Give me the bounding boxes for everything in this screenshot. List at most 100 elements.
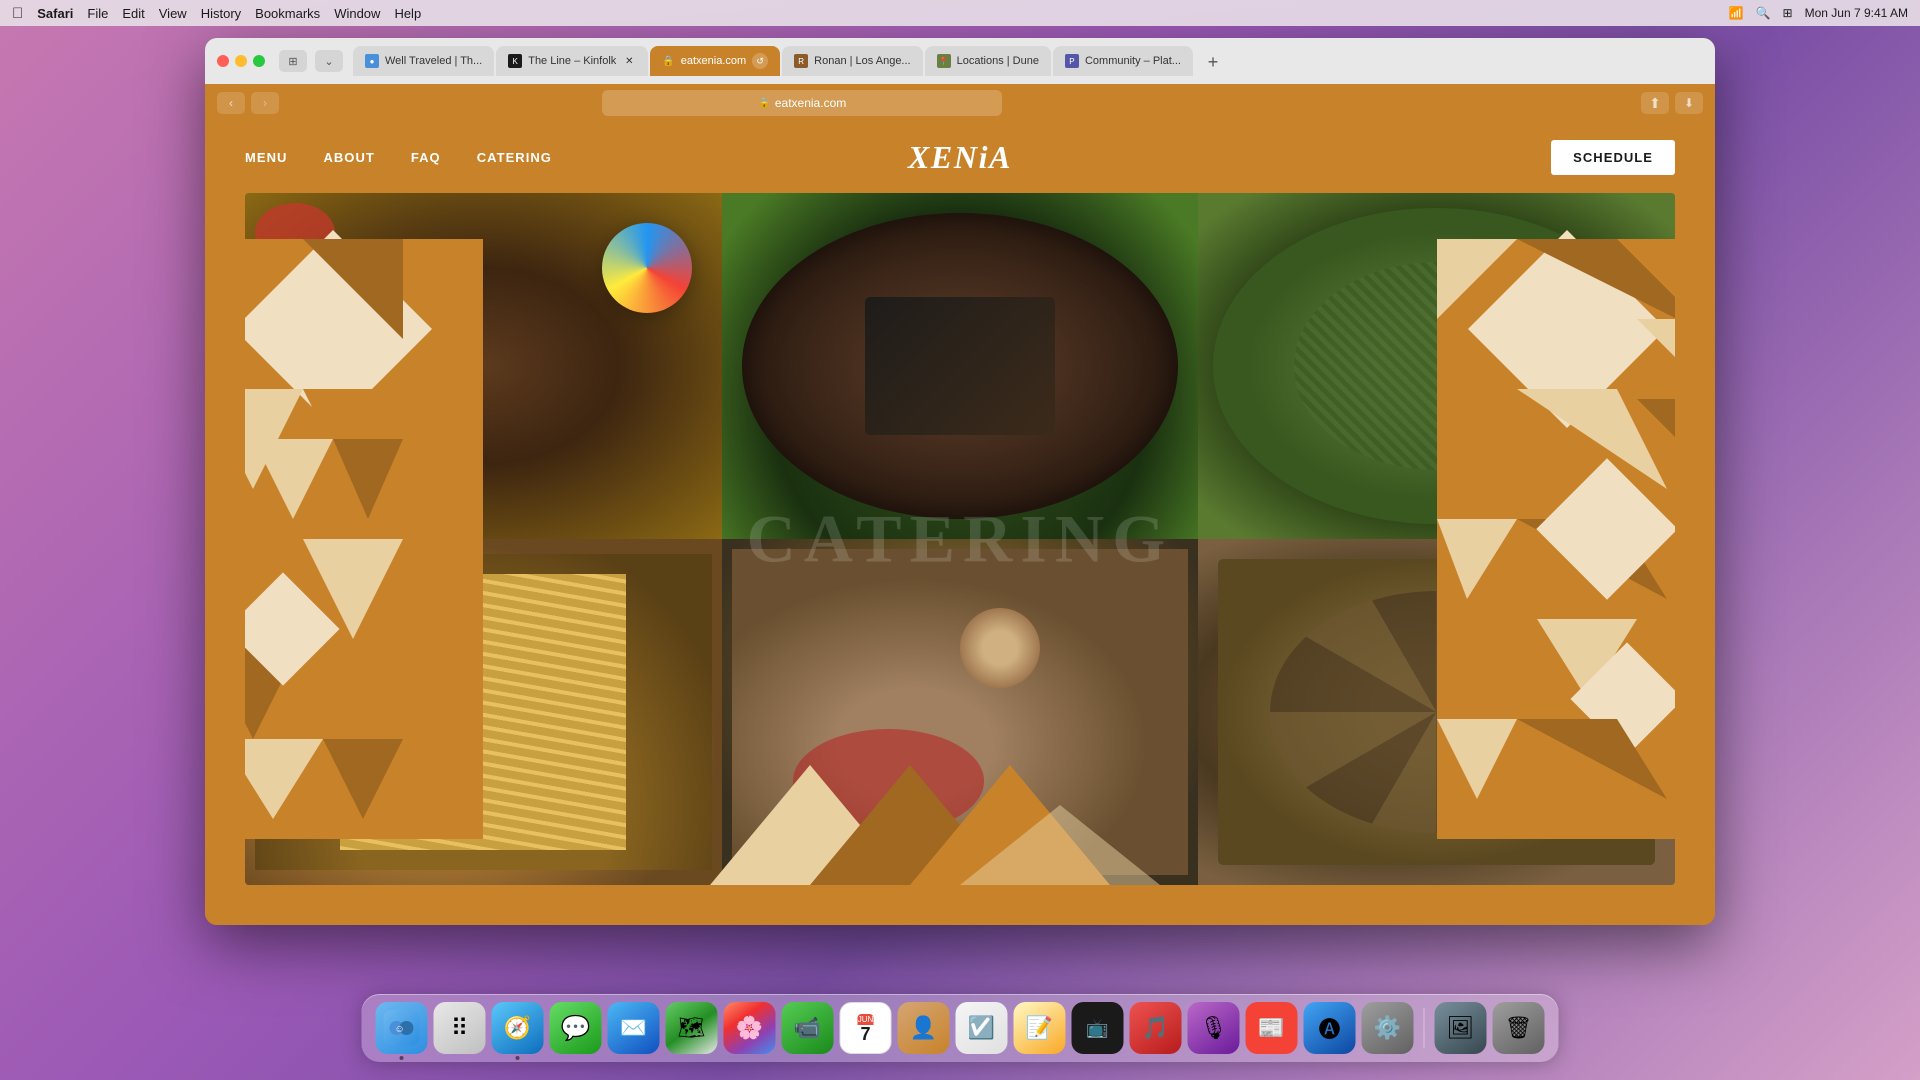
photos-icon-glyph: 🌸 — [736, 1015, 763, 1041]
view-menu[interactable]: View — [159, 6, 187, 21]
dock-appstore[interactable]: 🅐 — [1304, 1002, 1356, 1054]
food-cell-4 — [245, 539, 722, 885]
dock-finder[interactable]: ☺ — [376, 1002, 428, 1054]
logo-text: XENiA — [908, 139, 1012, 175]
tab-title-3: eatxenia.com — [681, 55, 746, 67]
dock-appletv[interactable]: 📺 — [1072, 1002, 1124, 1054]
dock-facetime[interactable]: 📹 — [782, 1002, 834, 1054]
dock-systemprefs[interactable]: ⚙️ — [1362, 1002, 1414, 1054]
appletv-icon-glyph: 📺 — [1086, 1018, 1108, 1039]
red-cup — [793, 729, 984, 833]
file-menu[interactable]: File — [87, 6, 108, 21]
dock-mail[interactable]: ✉️ — [608, 1002, 660, 1054]
site-logo: XENiA — [908, 139, 1012, 176]
hero-section: CateRinG — [245, 193, 1675, 885]
bookmarks-menu[interactable]: Bookmarks — [255, 6, 320, 21]
address-field[interactable]: 🔒 eatxenia.com — [602, 90, 1002, 116]
notes-icon-glyph: 📝 — [1026, 1015, 1053, 1041]
app-name[interactable]: Safari — [37, 6, 73, 21]
dock-notes[interactable]: 📝 — [1014, 1002, 1066, 1054]
safari-chrome-top: ⊞ ⌄ ● Well Traveled | Th... K The Line –… — [217, 46, 1703, 76]
trash-icon-glyph: 🗑 — [1505, 1015, 1533, 1041]
tab-title-2: The Line – Kinfolk — [528, 55, 616, 67]
reminders-icon-glyph: ☑️ — [968, 1015, 995, 1041]
launchpad-icon-glyph: ⠿ — [451, 1014, 469, 1043]
minimize-button[interactable] — [235, 55, 247, 67]
dock-safari[interactable]: 🧭 — [492, 1002, 544, 1054]
fullscreen-button[interactable] — [253, 55, 265, 67]
share-button[interactable]: ⬆ — [1641, 92, 1669, 114]
apple-menu[interactable]:  — [12, 5, 23, 22]
dock-maps[interactable]: 🗺 — [666, 1002, 718, 1054]
tab-well-traveled[interactable]: ● Well Traveled | Th... — [353, 46, 494, 76]
dock-messages[interactable]: 💬 — [550, 1002, 602, 1054]
calendar-month: JUN — [858, 1014, 874, 1025]
tab-community[interactable]: P Community – Plat... — [1053, 46, 1193, 76]
download-button[interactable]: ⬇ — [1675, 92, 1703, 114]
maps-icon-glyph: 🗺 — [678, 1015, 706, 1041]
tab-ronan[interactable]: R Ronan | Los Ange... — [782, 46, 922, 76]
forward-button[interactable]: › — [251, 92, 279, 114]
dock-contacts[interactable]: 👤 — [898, 1002, 950, 1054]
control-center-icon[interactable]: ⊞ — [1783, 6, 1793, 20]
nav-about[interactable]: ABOUT — [323, 150, 374, 165]
nav-links: MENU ABOUT FAQ CATERING — [245, 150, 552, 165]
new-tab-button[interactable]: + — [1199, 48, 1227, 76]
grilled-item — [865, 297, 1056, 435]
tab-dune[interactable]: 📍 Locations | Dune — [925, 46, 1051, 76]
dock-divider — [1424, 1008, 1425, 1048]
history-menu[interactable]: History — [201, 6, 241, 21]
tab-eatxenia[interactable]: 🔒 eatxenia.com ↺ — [650, 46, 780, 76]
side-texture — [1270, 591, 1604, 833]
dock-news[interactable]: 📰 — [1246, 1002, 1298, 1054]
dock-podcasts[interactable]: 🎙 — [1188, 1002, 1240, 1054]
clock: Mon Jun 7 9:41 AM — [1805, 6, 1908, 20]
site-content: MENU ABOUT FAQ CATERING XENiA SCHEDULE — [205, 122, 1715, 925]
dock-calendar[interactable]: JUN 7 — [840, 1002, 892, 1054]
nav-menu[interactable]: MENU — [245, 150, 287, 165]
dock: ☺ ⠿ 🧭 💬 ✉️ 🗺 🌸 📹 JUN 7 👤 — [362, 994, 1559, 1062]
sidebar-toggle[interactable]: ⊞ — [279, 50, 307, 72]
contacts-icon-glyph: 👤 — [910, 1015, 937, 1041]
fries — [340, 574, 626, 851]
edit-menu[interactable]: Edit — [122, 6, 144, 21]
sauce-cup — [960, 608, 1040, 688]
catering-large-text: CateRinG — [747, 500, 1174, 579]
schedule-button[interactable]: SCHEDULE — [1551, 140, 1675, 175]
tab-reload-btn[interactable]: ↺ — [752, 53, 768, 69]
dock-reminders[interactable]: ☑️ — [956, 1002, 1008, 1054]
messages-icon-glyph: 💬 — [561, 1014, 591, 1043]
tab-title-5: Locations | Dune — [957, 55, 1039, 67]
wifi-icon[interactable]: 📶 — [1729, 6, 1744, 20]
help-menu[interactable]: Help — [394, 6, 421, 21]
address-lock-icon: 🔒 — [758, 98, 770, 109]
search-icon[interactable]: 🔍 — [1756, 6, 1771, 20]
news-icon-glyph: 📰 — [1258, 1015, 1285, 1041]
safari-chrome: ⊞ ⌄ ● Well Traveled | Th... K The Line –… — [205, 38, 1715, 84]
facetime-icon-glyph: 📹 — [794, 1015, 821, 1041]
food-cell-6 — [1198, 539, 1675, 885]
back-button[interactable]: ‹ — [217, 92, 245, 114]
calendar-date: 7 — [860, 1025, 870, 1043]
window-menu[interactable]: Window — [334, 6, 380, 21]
dock-music[interactable]: 🎵 — [1130, 1002, 1182, 1054]
tab-lock-icon: 🔒 — [662, 56, 674, 67]
dock-preview[interactable]: 🖼 — [1435, 1002, 1487, 1054]
dock-photos[interactable]: 🌸 — [724, 1002, 776, 1054]
close-button[interactable] — [217, 55, 229, 67]
tab-kinfolk[interactable]: K The Line – Kinfolk ✕ — [496, 46, 648, 76]
catering-overlay: CateRinG — [747, 500, 1174, 579]
dock-launchpad[interactable]: ⠿ — [434, 1002, 486, 1054]
dock-trash[interactable]: 🗑 — [1493, 1002, 1545, 1054]
nav-catering[interactable]: CATERING — [477, 150, 552, 165]
macos-menubar:  Safari File Edit View History Bookmark… — [0, 0, 1920, 26]
nav-faq[interactable]: FAQ — [411, 150, 441, 165]
tab-overview[interactable]: ⌄ — [315, 50, 343, 72]
tab-title-1: Well Traveled | Th... — [385, 55, 482, 67]
tab-close-2[interactable]: ✕ — [622, 54, 636, 68]
main-plate — [732, 549, 1189, 875]
tab-favicon-2: K — [508, 54, 522, 68]
tab-title-6: Community – Plat... — [1085, 55, 1181, 67]
address-url: eatxenia.com — [775, 96, 846, 110]
settings-icon-glyph: ⚙️ — [1374, 1015, 1401, 1041]
